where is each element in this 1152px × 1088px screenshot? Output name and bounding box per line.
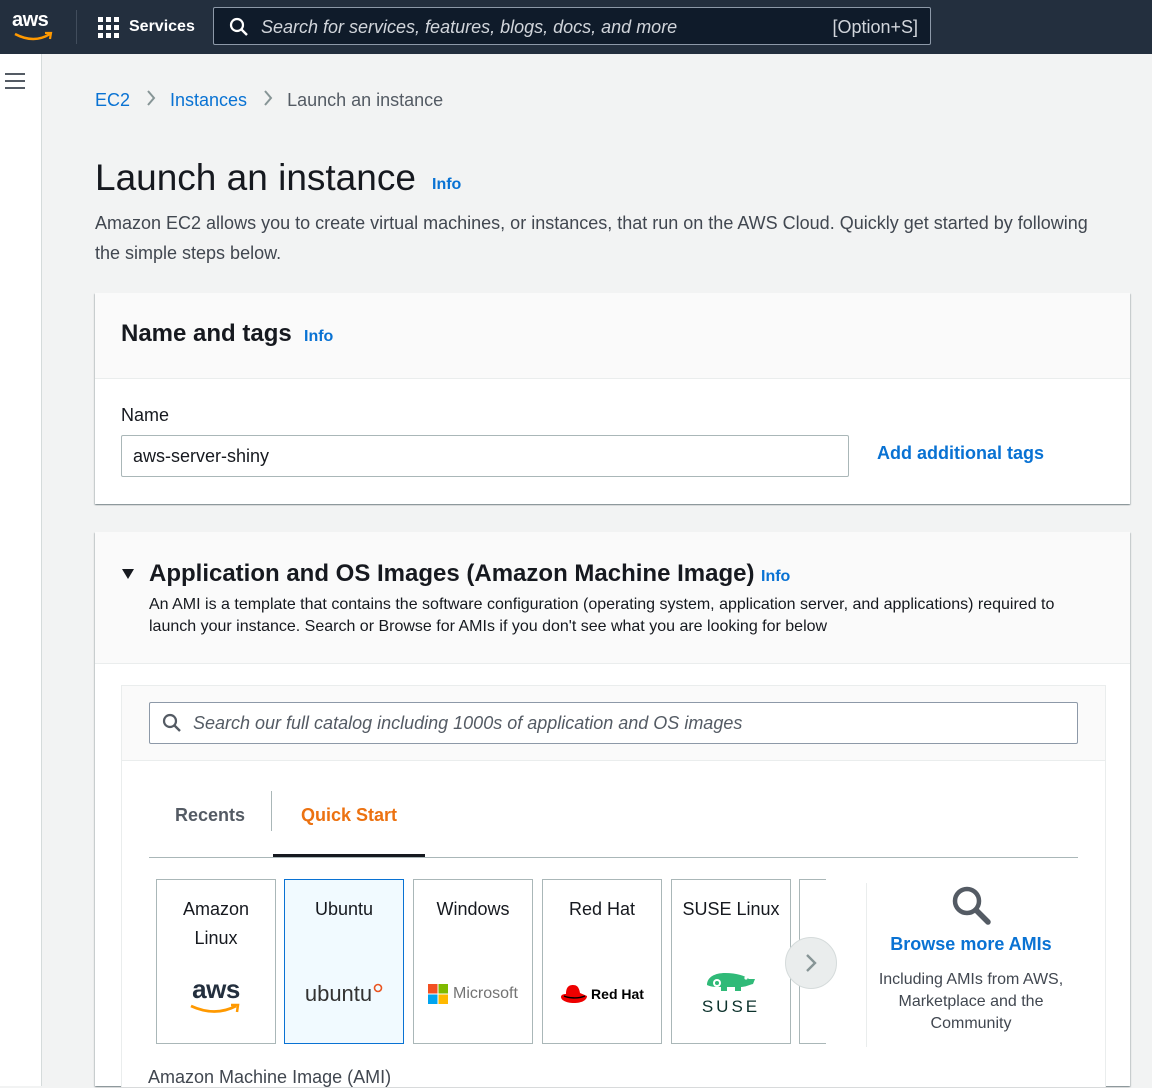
collapse-caret-icon[interactable] — [122, 569, 134, 579]
active-tab-indicator — [273, 854, 425, 857]
panel-header: Application and OS Images (Amazon Machin… — [95, 532, 1130, 664]
ubuntu-circle-icon — [373, 983, 383, 993]
suse-logo: SUSE — [672, 970, 790, 1018]
vertical-divider — [866, 883, 867, 1047]
aws-smile-icon — [14, 31, 53, 41]
ami-panel: Application and OS Images (Amazon Machin… — [95, 532, 1130, 1087]
add-additional-tags-link[interactable]: Add additional tags — [877, 443, 1044, 464]
microsoft-squares-icon — [428, 984, 449, 1004]
tile-name: Windows — [436, 899, 510, 919]
name-tags-info-link[interactable]: Info — [304, 328, 333, 346]
ami-tabs: Recents Quick Start — [149, 780, 1078, 858]
services-menu-button[interactable]: Services — [98, 14, 195, 40]
search-icon — [229, 17, 248, 36]
tile-name: Red Hat — [568, 899, 636, 919]
ami-info-link[interactable]: Info — [761, 568, 790, 586]
breadcrumb: EC2 Instances Launch an instance — [95, 90, 443, 111]
quick-start-tiles: Amazon Linux aws Ubuntu ubuntu Windows M… — [156, 879, 826, 1046]
aws-smile-icon — [190, 1003, 240, 1013]
browse-more-amis-subtext: Including AMIs from AWS, Marketplace and… — [878, 971, 1064, 1032]
ubuntu-logo: ubuntu — [285, 970, 403, 1018]
chevron-right-icon — [806, 954, 817, 972]
search-icon — [952, 886, 991, 925]
breadcrumb-instances[interactable]: Instances — [170, 90, 247, 111]
search-shortcut-hint: [Option+S] — [832, 17, 918, 37]
tab-quick-start[interactable]: Quick Start — [273, 780, 425, 857]
aws-logo-text: aws — [12, 9, 49, 31]
ami-description: An AMI is a template that contains the s… — [149, 596, 1055, 635]
page-info-link[interactable]: Info — [432, 176, 461, 194]
next-tiles-button[interactable] — [785, 937, 837, 989]
tile-name: Ubuntu — [314, 899, 374, 919]
red-hat-icon — [561, 985, 588, 1003]
panel-title: Name and tags — [121, 320, 292, 347]
panel-header: Name and tags Info — [95, 293, 1130, 379]
browse-more-amis: Browse more AMIs Including AMIs from AWS… — [877, 884, 1065, 1035]
breadcrumb-current: Launch an instance — [287, 90, 444, 110]
grid-icon — [98, 16, 119, 38]
tile-red-hat[interactable]: Red Hat Red Hat — [542, 879, 662, 1044]
tile-suse-linux[interactable]: SUSE Linux SUSE — [671, 879, 791, 1044]
tile-name: Amazon Linux — [182, 899, 250, 948]
name-and-tags-panel: Name and tags Info Name aws-server-shiny… — [95, 293, 1130, 504]
ami-search-header: Search our full catalog including 1000s … — [122, 686, 1105, 761]
tab-recents[interactable]: Recents — [149, 780, 271, 856]
tile-name: SUSE Linux — [682, 899, 780, 919]
microsoft-logo: Microsoft — [414, 970, 532, 1018]
browse-more-amis-link[interactable]: Browse more AMIs — [877, 934, 1065, 955]
global-search-input[interactable]: Search for services, features, blogs, do… — [213, 7, 931, 45]
ami-section-label: Amazon Machine Image (AMI) — [148, 1067, 392, 1087]
ami-search-input[interactable]: Search our full catalog including 1000s … — [149, 702, 1078, 744]
global-search-placeholder: Search for services, features, blogs, do… — [261, 17, 678, 37]
aws-logo: aws — [157, 970, 275, 1018]
name-input[interactable]: aws-server-shiny — [121, 435, 849, 477]
top-navigation: aws Services Search for services, featur… — [0, 0, 1152, 54]
tab-divider — [271, 791, 272, 831]
red-hat-logo: Red Hat — [543, 970, 661, 1018]
suse-chameleon-icon — [707, 973, 755, 991]
tab-quick-start-label: Quick Start — [300, 805, 398, 825]
page-description: Amazon EC2 allows you to create virtual … — [95, 213, 1088, 263]
nav-divider — [76, 10, 77, 44]
tile-windows[interactable]: Windows Microsoft — [413, 879, 533, 1044]
aws-logo[interactable]: aws — [12, 9, 56, 43]
menu-icon[interactable] — [5, 73, 25, 89]
chevron-right-icon — [146, 90, 156, 111]
breadcrumb-ec2[interactable]: EC2 — [95, 90, 130, 111]
services-label: Services — [129, 18, 195, 35]
tile-amazon-linux[interactable]: Amazon Linux aws — [156, 879, 276, 1044]
chevron-right-icon — [263, 90, 273, 111]
tile-ubuntu[interactable]: Ubuntu ubuntu — [284, 879, 404, 1044]
side-navigation-rail — [0, 54, 42, 1086]
name-label: Name — [121, 405, 170, 425]
page-title: Launch an instance — [95, 157, 416, 198]
ami-search-placeholder: Search our full catalog including 1000s … — [193, 713, 743, 733]
ami-catalog-container: Search our full catalog including 1000s … — [121, 685, 1106, 1087]
panel-title: Application and OS Images (Amazon Machin… — [149, 560, 755, 587]
search-icon — [162, 713, 181, 732]
